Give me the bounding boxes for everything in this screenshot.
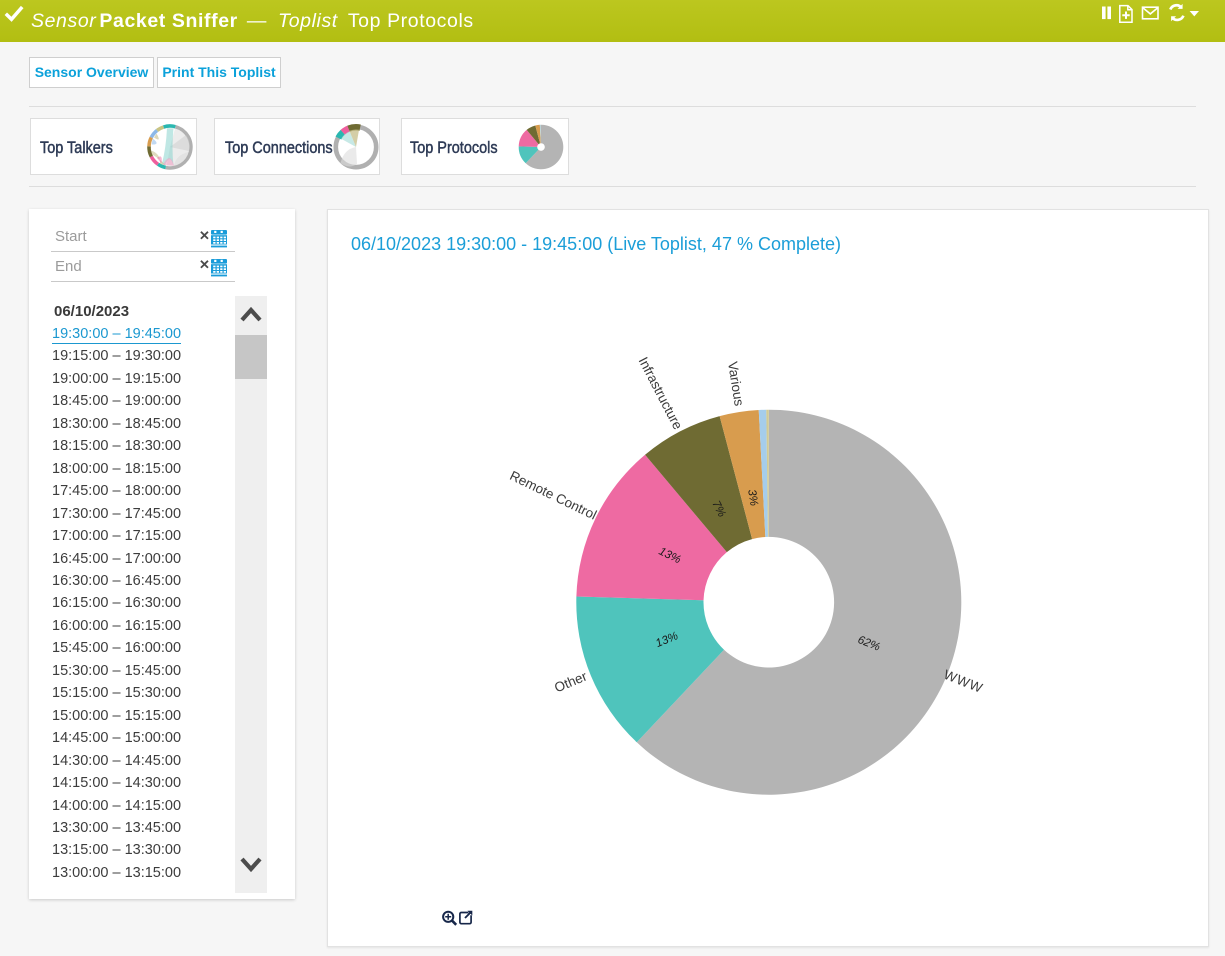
svg-text:WWW: WWW: [942, 667, 986, 696]
svg-text:Remote Control: Remote Control: [507, 468, 599, 523]
svg-text:Infrastructure: Infrastructure: [636, 354, 686, 432]
svg-text:Various: Various: [725, 361, 747, 408]
svg-text:Other: Other: [552, 668, 589, 695]
svg-text:3%: 3%: [745, 489, 759, 507]
